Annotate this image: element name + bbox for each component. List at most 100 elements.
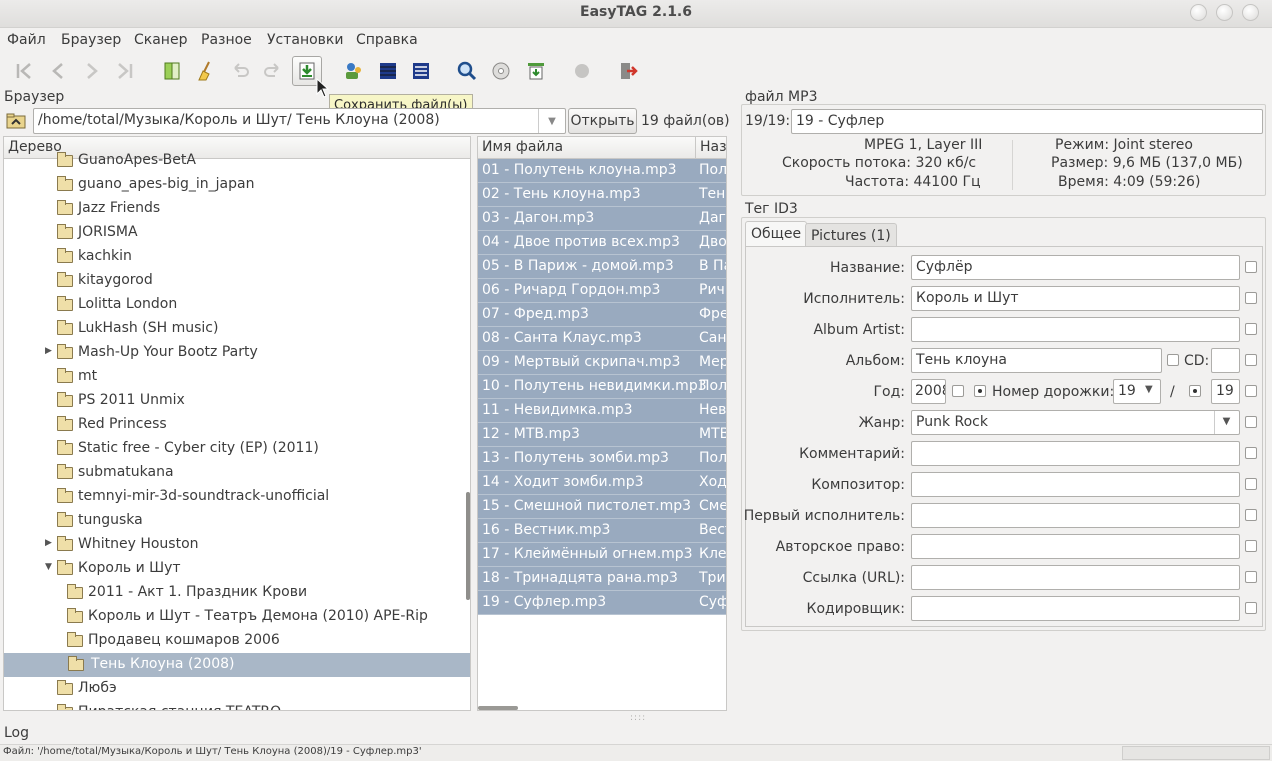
year-checkbox[interactable] [952, 385, 964, 397]
tree-item[interactable]: JORISMA [4, 221, 470, 245]
expand-arrow-icon[interactable]: ▶ [45, 538, 52, 548]
menu-file[interactable]: Файл [7, 32, 46, 48]
comment-checkbox[interactable] [1245, 447, 1257, 459]
artist-checkbox[interactable] [1245, 292, 1257, 304]
redo-icon[interactable] [258, 56, 288, 86]
tree-item[interactable]: Lolitta London [4, 293, 470, 317]
file-row[interactable]: 04 - Двое против всех.mp3 Дво [478, 231, 726, 255]
album-field[interactable]: Тень клоуна [911, 348, 1162, 373]
filename-column-header[interactable]: Имя файла [478, 137, 696, 159]
genre-checkbox[interactable] [1245, 416, 1257, 428]
comment-field[interactable] [911, 441, 1240, 466]
cd-checkbox[interactable] [1245, 354, 1257, 366]
first-file-icon[interactable] [9, 56, 39, 86]
file-row[interactable]: 02 - Тень клоуна.mp3 Тень [478, 183, 726, 207]
title-field[interactable]: Суфлёр [911, 255, 1240, 280]
tree-item[interactable]: ▶ Mash-Up Your Bootz Party [4, 341, 470, 365]
menu-misc[interactable]: Разное [201, 32, 252, 48]
track-dropdown-icon[interactable]: ▼ [1145, 384, 1153, 395]
encoder-checkbox[interactable] [1245, 602, 1257, 614]
year-field[interactable]: 2008 [911, 379, 946, 404]
current-file-field[interactable]: 19 - Суфлер [791, 109, 1263, 134]
file-row[interactable]: 19 - Суфлер.mp3 Суф [478, 591, 726, 615]
next-file-icon[interactable] [77, 56, 107, 86]
tree-item[interactable]: 2011 - Акт 1. Праздник Крови [4, 581, 470, 605]
tree-item[interactable]: tunguska [4, 509, 470, 533]
tree-item[interactable]: mt [4, 365, 470, 389]
orig-artist-field[interactable] [911, 503, 1240, 528]
expand-arrow-icon[interactable]: ▶ [45, 346, 52, 356]
tree-item[interactable]: Пиратская станция TEATRO [4, 701, 470, 710]
file-list[interactable]: Имя файла Назв 01 - Полутень клоуна.mp3 П… [477, 136, 727, 711]
artist-field[interactable]: Король и Шут [911, 286, 1240, 311]
tree-item[interactable]: LukHash (SH music) [4, 317, 470, 341]
tree-item[interactable]: kachkin [4, 245, 470, 269]
file-row[interactable]: 05 - В Париж - домой.mp3 В Па [478, 255, 726, 279]
track-apply-button[interactable] [974, 385, 986, 397]
collapse-arrow-icon[interactable]: ▼ [45, 562, 52, 572]
file-row[interactable]: 10 - Полутень невидимки.mp3 Пол [478, 375, 726, 399]
tree-item[interactable]: guano_apes-big_in_japan [4, 173, 470, 197]
track-total-apply-button[interactable] [1189, 385, 1201, 397]
menu-browser[interactable]: Браузер [61, 32, 121, 48]
file-list-scrollbar[interactable] [478, 706, 518, 710]
clear-icon[interactable] [191, 56, 221, 86]
tree-item[interactable]: ▶ Whitney Houston [4, 533, 470, 557]
album-artist-field[interactable] [911, 317, 1240, 342]
parent-folder-icon[interactable] [6, 112, 26, 130]
cd-field[interactable] [1211, 348, 1240, 373]
prev-file-icon[interactable] [43, 56, 73, 86]
tree-item[interactable]: Продавец кошмаров 2006 [4, 629, 470, 653]
encoder-field[interactable] [911, 596, 1240, 621]
playlist-icon[interactable] [521, 56, 551, 86]
tree-item[interactable]: ▼ Король и Шут [4, 557, 470, 581]
tree-item[interactable]: submatukana [4, 461, 470, 485]
tree-item[interactable]: temnyi-mir-3d-soundtrack-unofficial [4, 485, 470, 509]
open-button[interactable]: Открыть [568, 108, 637, 134]
file-row[interactable]: 18 - Тринадцята рана.mp3 Три [478, 567, 726, 591]
scan-icon[interactable] [157, 56, 187, 86]
file-row[interactable]: 12 - МТВ.mp3 МТВ [478, 423, 726, 447]
invert-selection-icon[interactable] [373, 56, 403, 86]
maximize-button[interactable] [1216, 4, 1233, 21]
menu-scanner[interactable]: Сканер [134, 32, 187, 48]
pane-grip[interactable]: :::: [630, 713, 646, 723]
undo-icon[interactable] [225, 56, 255, 86]
record-icon[interactable] [567, 56, 597, 86]
title-checkbox[interactable] [1245, 261, 1257, 273]
file-row[interactable]: 15 - Смешной пистолет.mp3 Сме [478, 495, 726, 519]
path-dropdown-icon[interactable]: ▼ [538, 109, 565, 133]
file-row[interactable]: 14 - Ходит зомби.mp3 Ход [478, 471, 726, 495]
menu-help[interactable]: Справка [356, 32, 418, 48]
composer-field[interactable] [911, 472, 1240, 497]
album-checkbox[interactable] [1167, 354, 1179, 366]
tree-scrollbar[interactable] [466, 492, 470, 600]
url-field[interactable] [911, 565, 1240, 590]
tree-item[interactable]: PS 2011 Unmix [4, 389, 470, 413]
tree-item[interactable]: Тень Клоуна (2008) [4, 653, 470, 677]
tree-item[interactable]: GuanoApes-BetA [4, 149, 470, 173]
tree-item[interactable]: Static free - Cyber city (EP) (2011) [4, 437, 470, 461]
view-list-icon[interactable] [406, 56, 436, 86]
track-checkbox[interactable] [1245, 385, 1257, 397]
copyright-checkbox[interactable] [1245, 540, 1257, 552]
url-checkbox[interactable] [1245, 571, 1257, 583]
file-row[interactable]: 06 - Ричард Гордон.mp3 Рич [478, 279, 726, 303]
orig-artist-checkbox[interactable] [1245, 509, 1257, 521]
tab-pictures[interactable]: Pictures (1) [805, 223, 897, 247]
file-row[interactable]: 11 - Невидимка.mp3 Нев [478, 399, 726, 423]
tree-item[interactable]: kitaygorod [4, 269, 470, 293]
tree-item[interactable]: Король и Шут - Театръ Демона (2010) APE-… [4, 605, 470, 629]
copyright-field[interactable] [911, 534, 1240, 559]
path-input[interactable]: /home/total/Музыка/Король и Шут/ Тень Кл… [33, 108, 566, 134]
track-combo[interactable]: 19 ▼ [1113, 379, 1161, 404]
directory-tree[interactable]: Дерево GuanoApes-BetA guano_apes-big_in_j… [3, 136, 471, 711]
last-file-icon[interactable] [110, 56, 140, 86]
search-icon[interactable] [452, 56, 482, 86]
exit-icon[interactable] [612, 56, 642, 86]
file-row[interactable]: 09 - Мертвый скрипач.mp3 Мер [478, 351, 726, 375]
genre-dropdown-icon[interactable]: ▼ [1214, 411, 1238, 434]
file-row[interactable]: 08 - Санта Клаус.mp3 Сант [478, 327, 726, 351]
genre-combo[interactable]: Punk Rock ▼ [911, 410, 1240, 435]
album-artist-checkbox[interactable] [1245, 323, 1257, 335]
